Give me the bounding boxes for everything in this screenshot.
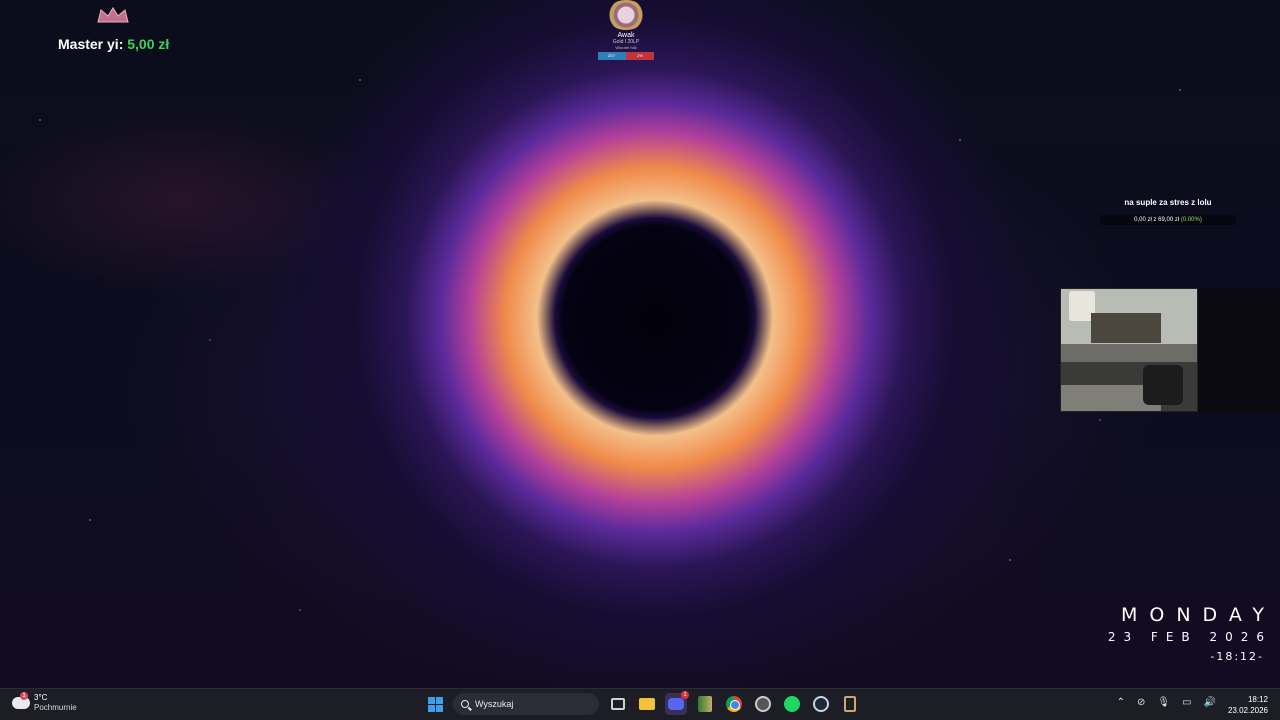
search-placeholder: Wyszukaj [475, 699, 514, 709]
spotify-button[interactable] [781, 693, 803, 715]
chair-shape [1143, 365, 1183, 405]
chevron-up-icon[interactable]: ⌃ [1117, 697, 1125, 708]
master-value: 5,00 zł [127, 36, 170, 52]
weather-widget[interactable]: 1 3°C Pochmurnie [12, 692, 77, 713]
chrome-button[interactable] [723, 693, 745, 715]
taskbar-time: 18:12 [1247, 695, 1268, 704]
speaker-icon[interactable]: 🔊 [1204, 697, 1216, 708]
weather-condition: Pochmurnie [34, 703, 77, 712]
winloss-bar: 207· 2% [598, 52, 654, 60]
spotify-icon [784, 696, 800, 712]
file-explorer-button[interactable] [636, 693, 658, 715]
wins-segment: 207· [598, 52, 626, 60]
summoner-name: Awak [617, 32, 635, 39]
circle-app-button[interactable] [752, 693, 774, 715]
taskbar-apps: Wyszukaj 1 [424, 691, 868, 715]
clock-date: 23 FEB 2026 [1107, 630, 1272, 644]
goal-title: na suple za stres z lolu [1124, 198, 1212, 207]
goal-progress-line: 0,00 zł z 69,00 zł (0.00%) [1100, 215, 1236, 225]
goal-percent: (0.00%) [1180, 217, 1202, 223]
league-button[interactable] [839, 693, 861, 715]
winrate-label: Winrate h8k [615, 45, 637, 50]
display-icon[interactable]: ▭ [1182, 697, 1191, 708]
crown-icon [97, 7, 129, 23]
master-label: Master yi: [58, 36, 124, 52]
book-app-button[interactable] [694, 693, 716, 715]
task-view-icon [611, 698, 625, 710]
league-icon [844, 696, 856, 712]
folder-icon [639, 698, 655, 710]
microphone-icon[interactable]: 🎙 [1157, 697, 1170, 708]
search-icon [461, 700, 469, 708]
circle-app-icon [755, 696, 771, 712]
steam-icon [813, 696, 829, 712]
webcam-dark-area [1198, 288, 1280, 412]
taskbar-clock[interactable]: 18:12 23.02.2026 [1228, 694, 1268, 716]
clock-day: MONDAY [1121, 604, 1276, 626]
taskbar: 1 3°C Pochmurnie Wyszukaj 1 ⌃ ⊘ 🎙 ▭ 🔊 18… [0, 688, 1280, 720]
search-box[interactable]: Wyszukaj [453, 693, 599, 715]
start-button[interactable] [424, 693, 446, 715]
discord-button[interactable]: 1 [665, 691, 689, 715]
steam-button[interactable] [810, 693, 832, 715]
goal-current: 0,00 zł [1134, 217, 1152, 223]
book-app-icon [698, 696, 712, 712]
rank-widget: Awak Gold I 20LP Winrate h8k 207· 2% [598, 0, 654, 60]
taskbar-date: 23.02.2026 [1227, 706, 1268, 715]
donation-goal-widget: na suple za stres z lolu 0,00 zł z 69,00… [1100, 198, 1236, 225]
clock-widget: MONDAY 23 FEB 2026 -18:12- [1108, 604, 1264, 663]
windows-icon [427, 696, 443, 712]
task-view-button[interactable] [607, 693, 629, 715]
weather-temp: 3°C [34, 693, 48, 702]
bookshelf-shape [1091, 313, 1161, 343]
goal-separator: z [1153, 217, 1157, 223]
rank-emblem-icon [606, 0, 646, 30]
webcam-feed [1060, 288, 1198, 412]
cloud-icon: 1 [12, 692, 30, 709]
chrome-icon [726, 696, 742, 712]
weather-badge: 1 [20, 692, 28, 700]
goal-target: 69,00 zł [1158, 217, 1180, 223]
losses-segment: 2% [626, 52, 654, 60]
system-tray: ⌃ ⊘ 🎙 ▭ 🔊 [1105, 697, 1216, 708]
discord-icon [668, 698, 684, 710]
master-yi-counter: Master yi: 5,00 zł [58, 36, 169, 52]
clock-time: -18:12- [1210, 650, 1264, 663]
wifi-off-icon[interactable]: ⊘ [1137, 697, 1145, 708]
discord-notification-badge: 1 [681, 691, 689, 699]
